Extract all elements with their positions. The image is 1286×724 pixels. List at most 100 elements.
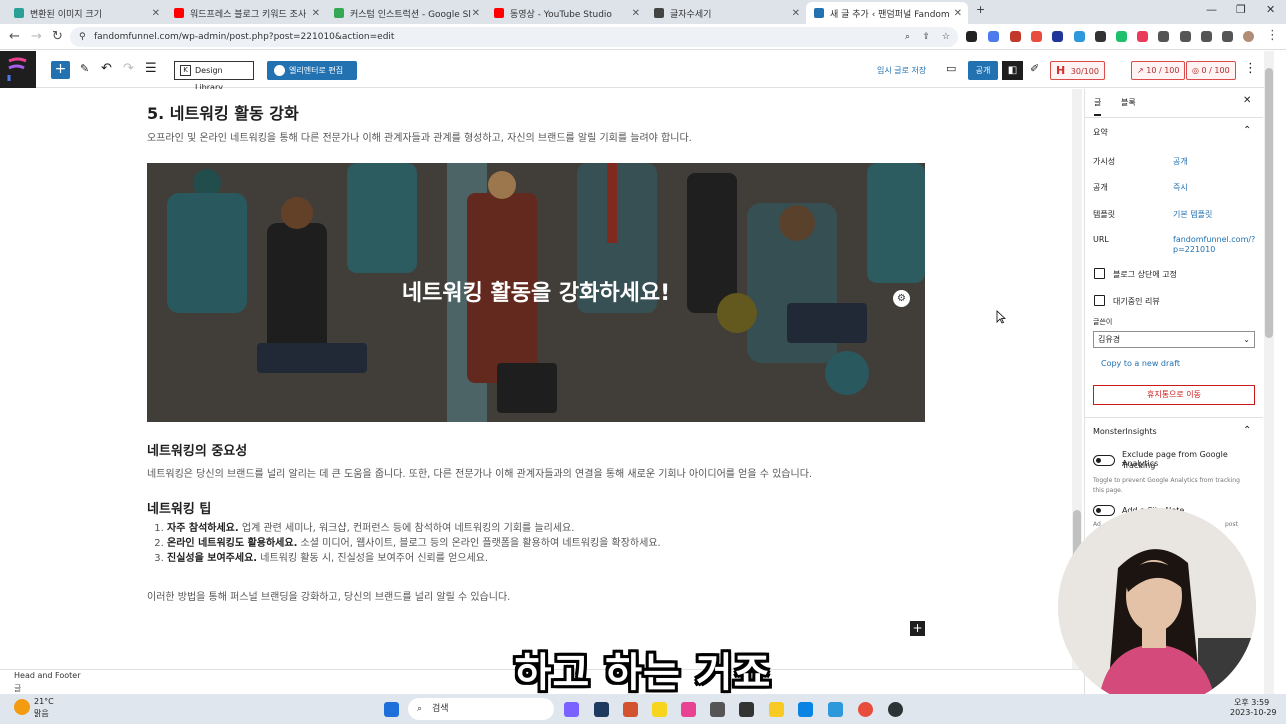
new-tab-icon[interactable]: + bbox=[976, 3, 985, 16]
seo-score-badge[interactable]: H 30/100 bbox=[1050, 61, 1105, 80]
profile-avatar[interactable] bbox=[1243, 31, 1254, 42]
calculator-icon[interactable] bbox=[739, 702, 754, 717]
tab-char-counter[interactable]: 글자수세기 ✕ bbox=[646, 2, 806, 24]
section-heading[interactable]: 5. 네트워킹 활동 강화 bbox=[147, 100, 299, 124]
media-icon[interactable] bbox=[1180, 31, 1191, 42]
publish-value[interactable]: 즉시 bbox=[1173, 182, 1188, 193]
url-input[interactable]: ⚲ fandomfunnel.com/wp-admin/post.php?pos… bbox=[70, 27, 958, 47]
exclude-ga-toggle[interactable] bbox=[1093, 455, 1115, 466]
tips-heading[interactable]: 네트워킹 팁 bbox=[147, 498, 211, 517]
section-paragraph[interactable]: 오프라인 및 온라인 네트워킹을 통해 다른 전문가나 이해 관계자들과 관계를… bbox=[147, 129, 692, 144]
file-explorer-icon[interactable] bbox=[769, 702, 784, 717]
pending-review-checkbox[interactable] bbox=[1094, 295, 1105, 306]
notepad-icon[interactable] bbox=[828, 702, 843, 717]
monsterinsights-panel-title[interactable]: MonsterInsights bbox=[1093, 427, 1157, 436]
settings-gear-icon[interactable] bbox=[710, 702, 725, 717]
cover-title[interactable]: 네트워킹 활동을 강화하세요! bbox=[147, 275, 925, 307]
obs-icon[interactable] bbox=[888, 702, 903, 717]
document-overview-icon[interactable]: ☰ bbox=[145, 61, 157, 76]
tab-close-icon[interactable]: ✕ bbox=[792, 8, 800, 19]
tab-image-size[interactable]: 변환된 이미지 크기 ✕ bbox=[6, 2, 166, 24]
download-icon[interactable] bbox=[1201, 31, 1212, 42]
list-item[interactable]: 자주 참석하세요. 업계 관련 세미나, 워크샵, 컨퍼런스 등에 참석하여 네… bbox=[167, 519, 661, 534]
tab-close-icon[interactable]: ✕ bbox=[152, 8, 160, 19]
design-library-button[interactable]: K Design Library bbox=[174, 61, 254, 92]
translate-ext-icon[interactable] bbox=[988, 31, 999, 42]
tab-keyword-research[interactable]: 워드프레스 블로그 키워드 조사 ✕ bbox=[166, 2, 326, 24]
importance-paragraph[interactable]: 네트워킹은 당신의 브랜드를 널리 알리는 데 큰 도움을 줍니다. 또한, 다… bbox=[147, 465, 812, 480]
speaker-ext-icon[interactable] bbox=[966, 31, 977, 42]
site-info-icon[interactable]: ⚲ bbox=[79, 27, 86, 47]
share-icon[interactable]: ⇪ bbox=[922, 27, 930, 47]
minimize-icon[interactable]: — bbox=[1206, 3, 1217, 16]
weather-text[interactable]: 맑음 bbox=[34, 708, 49, 719]
tab-block[interactable]: 블록 bbox=[1121, 97, 1136, 108]
visibility-value[interactable]: 공개 bbox=[1173, 156, 1188, 167]
edit-with-elementor-button[interactable]: 엘리멘터로 편집 bbox=[267, 61, 357, 80]
ext-icon[interactable] bbox=[1031, 31, 1042, 42]
settings-panel-button[interactable]: ◧ bbox=[1002, 61, 1023, 80]
tab-close-icon[interactable]: ✕ bbox=[312, 8, 320, 19]
url-value[interactable]: fandomfunnel.com/? bbox=[1173, 235, 1255, 244]
tab-close-icon[interactable]: ✕ bbox=[632, 8, 640, 19]
sidepanel-icon[interactable] bbox=[1222, 31, 1233, 42]
back-icon[interactable]: ← bbox=[9, 29, 20, 44]
maximize-icon[interactable]: ❐ bbox=[1236, 3, 1246, 16]
readability-score-badge[interactable]: ↗ 10 / 100 bbox=[1131, 61, 1186, 80]
clock-time[interactable]: 오후 3:59 bbox=[1234, 697, 1269, 708]
weather-icon[interactable] bbox=[14, 699, 30, 715]
tab-close-icon[interactable]: ✕ bbox=[954, 8, 962, 19]
menu-kebab-icon[interactable]: ⋮ bbox=[1266, 28, 1279, 43]
kakaotalk-icon[interactable] bbox=[652, 702, 667, 717]
tab-post[interactable]: 글 bbox=[1094, 97, 1102, 116]
tab-close-icon[interactable]: ✕ bbox=[472, 8, 480, 19]
edit-tool-icon[interactable]: ✎ bbox=[80, 62, 89, 75]
cover-settings-icon[interactable]: ⚙ bbox=[893, 290, 910, 307]
copilot-icon[interactable] bbox=[564, 702, 579, 717]
ext-icon[interactable] bbox=[1095, 31, 1106, 42]
publish-button[interactable]: 공개 bbox=[968, 61, 998, 80]
tab-google-slides[interactable]: 커스텀 인스트럭션 - Google Sl ✕ bbox=[326, 2, 486, 24]
importance-heading[interactable]: 네트워킹의 중요성 bbox=[147, 440, 247, 459]
start-windows-icon[interactable] bbox=[384, 702, 399, 717]
powerpoint-icon[interactable] bbox=[623, 702, 638, 717]
chrome-icon[interactable] bbox=[858, 702, 873, 717]
tab-youtube-studio[interactable]: 동영상 - YouTube Studio ✕ bbox=[486, 2, 646, 24]
save-draft-button[interactable]: 임시 글로 저장 bbox=[877, 65, 926, 76]
copy-draft-link[interactable]: Copy to a new draft bbox=[1101, 359, 1180, 368]
ext-icon[interactable] bbox=[1074, 31, 1085, 42]
author-select[interactable]: 김유경 ⌄ bbox=[1093, 331, 1255, 348]
undo-icon[interactable]: ↶ bbox=[101, 61, 112, 76]
ext-icon[interactable] bbox=[1010, 31, 1021, 42]
tips-list[interactable]: 자주 참석하세요. 업계 관련 세미나, 워크샵, 컨퍼런스 등에 참석하여 네… bbox=[147, 519, 661, 564]
redo-icon[interactable]: ↷ bbox=[123, 61, 134, 76]
list-item[interactable]: 진실성을 보여주세요. 네트워킹 활동 시, 진실성을 보여주어 신뢰를 얻으세… bbox=[167, 549, 661, 564]
site-logo[interactable] bbox=[0, 51, 36, 88]
add-block-button[interactable]: + bbox=[51, 61, 70, 79]
ai-tool-icon[interactable]: ✐ bbox=[1030, 62, 1039, 75]
url-value-cont[interactable]: p=221010 bbox=[1173, 245, 1215, 254]
taskbar-search-input[interactable]: ⌕ 검색 bbox=[408, 698, 554, 720]
edge-icon[interactable] bbox=[798, 702, 813, 717]
ext-icon[interactable] bbox=[1137, 31, 1148, 42]
zoom-icon[interactable]: ⌕ bbox=[905, 27, 910, 47]
sidebar-scrollbar-thumb[interactable] bbox=[1265, 68, 1273, 338]
tab-new-post[interactable]: 새 글 추가 ‹ 팬덤퍼널 Fandom ✕ bbox=[806, 2, 968, 24]
ext-icon[interactable] bbox=[1116, 31, 1127, 42]
chevron-up-icon[interactable]: ⌃ bbox=[1243, 425, 1251, 436]
extensions-puzzle-icon[interactable] bbox=[1158, 31, 1169, 42]
inline-add-block-button[interactable]: + bbox=[910, 621, 925, 636]
bookmark-star-icon[interactable]: ☆ bbox=[942, 27, 950, 47]
preview-icon[interactable]: ▭ bbox=[946, 62, 956, 75]
sticky-checkbox[interactable] bbox=[1094, 268, 1105, 279]
closing-paragraph[interactable]: 이러한 방법을 통해 퍼스널 브랜딩을 강화하고, 당신의 브랜드를 널리 알릴… bbox=[147, 588, 510, 603]
app-icon[interactable] bbox=[594, 702, 609, 717]
reload-icon[interactable]: ↻ bbox=[52, 29, 63, 44]
ext-icon[interactable] bbox=[1052, 31, 1063, 42]
close-window-icon[interactable]: ✕ bbox=[1266, 3, 1275, 16]
site-note-toggle[interactable] bbox=[1093, 505, 1115, 516]
list-item[interactable]: 온라인 네트워킹도 활용하세요. 소셜 미디어, 웹사이트, 블로그 등의 온라… bbox=[167, 534, 661, 549]
weather-temp[interactable]: 21°C bbox=[34, 697, 54, 706]
cover-block-image[interactable]: 네트워킹 활동을 강화하세요! ⚙ bbox=[147, 163, 925, 422]
chevron-up-icon[interactable]: ⌃ bbox=[1243, 125, 1251, 136]
